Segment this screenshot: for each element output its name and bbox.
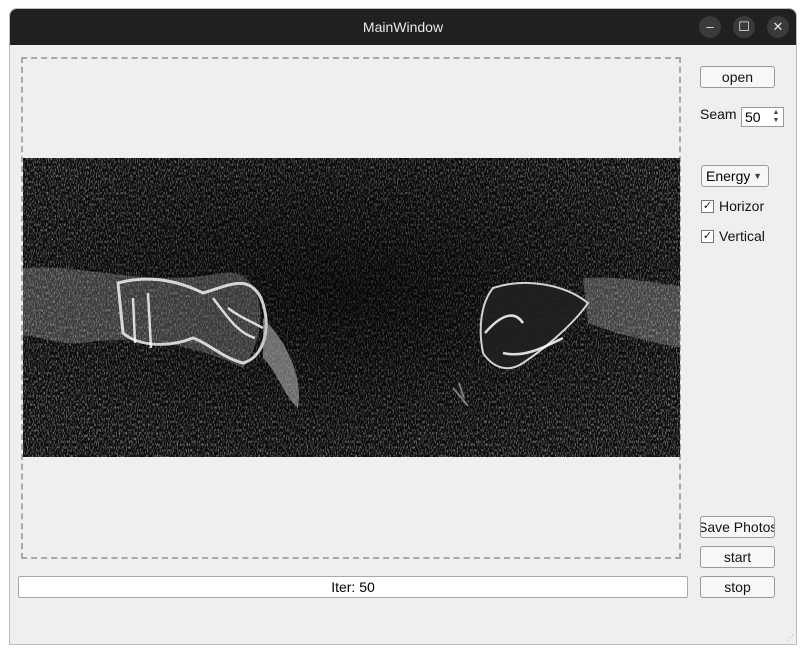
minimize-button[interactable]: – [699,16,721,38]
chevron-down-icon: ▼ [753,171,762,181]
close-icon: ✕ [772,19,784,34]
start-button[interactable]: start [700,546,775,568]
horizontal-checkbox[interactable]: ✓ [701,200,714,213]
minimize-icon: – [706,19,714,34]
seam-label: Seam [700,106,737,122]
main-window: MainWindow – ☐ ✕ open Seam 50 ▲ ▼ Energy… [9,8,797,645]
energy-select[interactable]: Energy ▼ [701,165,769,187]
maximize-icon: ☐ [738,19,750,34]
save-photos-label: Save Photos [700,519,775,535]
stop-button[interactable]: stop [700,576,775,598]
energy-selected-value: Energy [706,168,750,184]
horizontal-label: Horizor [719,198,765,214]
close-button[interactable]: ✕ [767,16,789,38]
vertical-checkbox[interactable]: ✓ [701,230,714,243]
progress-bar: Iter: 50 [18,576,688,598]
maximize-button[interactable]: ☐ [733,16,755,38]
vertical-label: Vertical [719,228,765,244]
open-button[interactable]: open [700,66,775,88]
seam-value: 50 [745,109,761,125]
window-title: MainWindow [362,19,444,35]
save-photos-button[interactable]: Save Photos [700,516,775,538]
progress-text: Iter: 50 [331,579,375,595]
seam-spinbox[interactable]: 50 ▲ ▼ [741,107,784,127]
resize-grip-icon[interactable]: ⋰ [786,633,794,642]
spin-arrows-icon[interactable]: ▲ ▼ [771,109,781,125]
energy-map-image [23,158,680,457]
title-bar[interactable]: MainWindow – ☐ ✕ [10,9,796,45]
